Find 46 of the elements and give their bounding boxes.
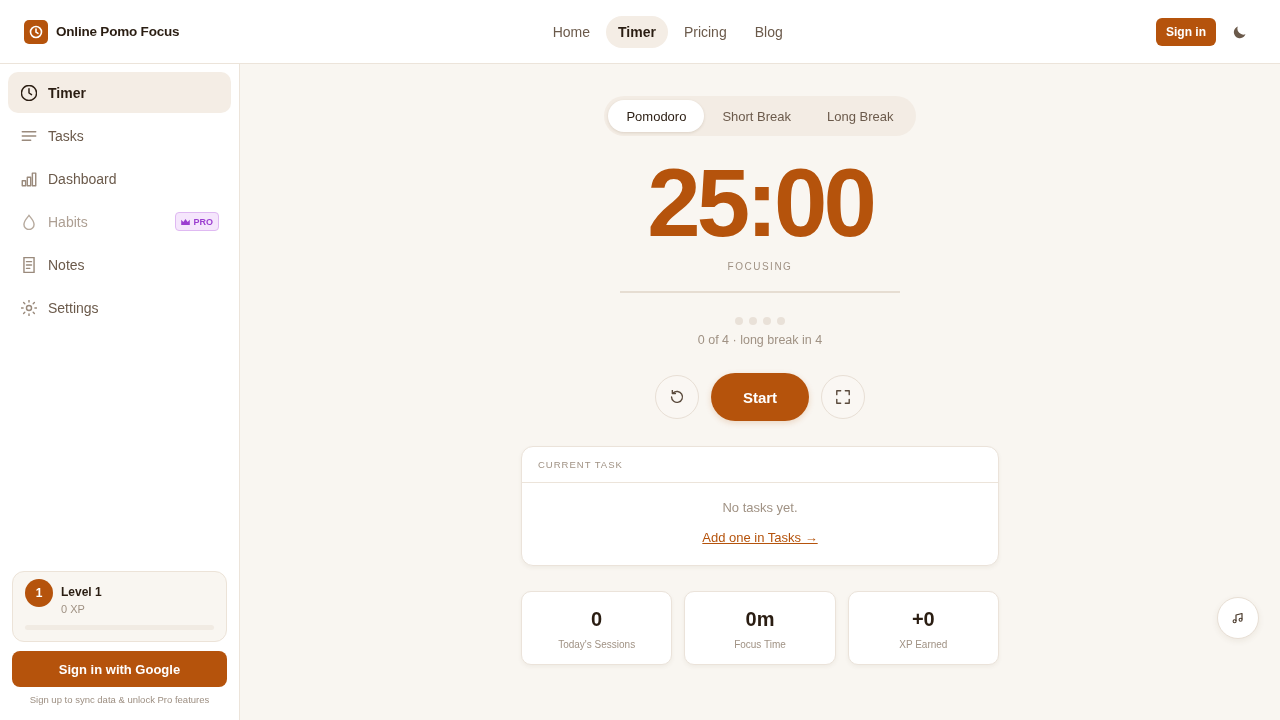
reset-icon (670, 390, 684, 404)
mode-tab[interactable]: Long Break (809, 100, 912, 132)
fullscreen-icon (836, 390, 850, 404)
fullscreen-button[interactable] (821, 375, 865, 419)
nav-link[interactable]: Home (540, 15, 602, 48)
start-button[interactable]: Start (711, 373, 809, 421)
nav-link[interactable]: Timer (606, 15, 668, 48)
pro-label: PRO (193, 216, 213, 227)
sidebar-item[interactable]: Notes (8, 244, 231, 285)
stat-value: 0 (591, 607, 603, 631)
clock-icon (21, 84, 37, 101)
music-note-icon (1232, 612, 1244, 624)
sign-up-note: Sign up to sync data & unlock Pro features (28, 694, 211, 706)
document-icon (21, 256, 37, 273)
crown-icon (181, 218, 191, 225)
mode-tab[interactable]: Short Break (704, 100, 810, 132)
clock-logo-icon[interactable] (24, 19, 48, 44)
stat-label: XP Earned (899, 639, 948, 651)
level-number: 1 (25, 579, 53, 607)
session-count: 0 of 4 · long break in 4 (697, 332, 823, 348)
stat-value: 0m (745, 607, 775, 631)
sidebar-item[interactable]: Settings (8, 287, 231, 328)
timer-display: 25:00 (647, 155, 873, 251)
mode-tab[interactable]: Pomodoro (608, 100, 705, 132)
sidebar-item[interactable]: Tasks (8, 115, 231, 156)
nav-link[interactable]: Pricing (671, 15, 739, 48)
bar-chart-icon (21, 170, 37, 187)
reset-button[interactable] (655, 375, 699, 419)
sign-in-button[interactable]: Sign in (1156, 17, 1216, 46)
stat-value: +0 (911, 607, 935, 631)
stat-label: Today's Sessions (558, 639, 636, 651)
stat-label: Focus Time (734, 639, 786, 651)
drop-icon (21, 213, 37, 230)
sun-icon (21, 299, 37, 316)
brand-name: Online Pomo Focus (56, 24, 180, 39)
empty-message: No tasks yet. (722, 499, 798, 517)
add-task-link[interactable]: Add one in Tasks → (702, 529, 818, 547)
card-heading: CURRENT TASK (522, 447, 998, 483)
nav-link[interactable]: Blog (742, 15, 795, 48)
level-title: Level 1 (61, 585, 102, 600)
sidebar-item[interactable]: Timer (8, 72, 231, 113)
google-sign-in-button[interactable]: Sign in with Google (12, 651, 227, 687)
music-button[interactable] (1217, 597, 1259, 639)
xp-text: 0 XP (61, 602, 86, 616)
sidebar-item[interactable]: Dashboard (8, 158, 231, 199)
timer-status: FOCUSING (727, 261, 793, 273)
